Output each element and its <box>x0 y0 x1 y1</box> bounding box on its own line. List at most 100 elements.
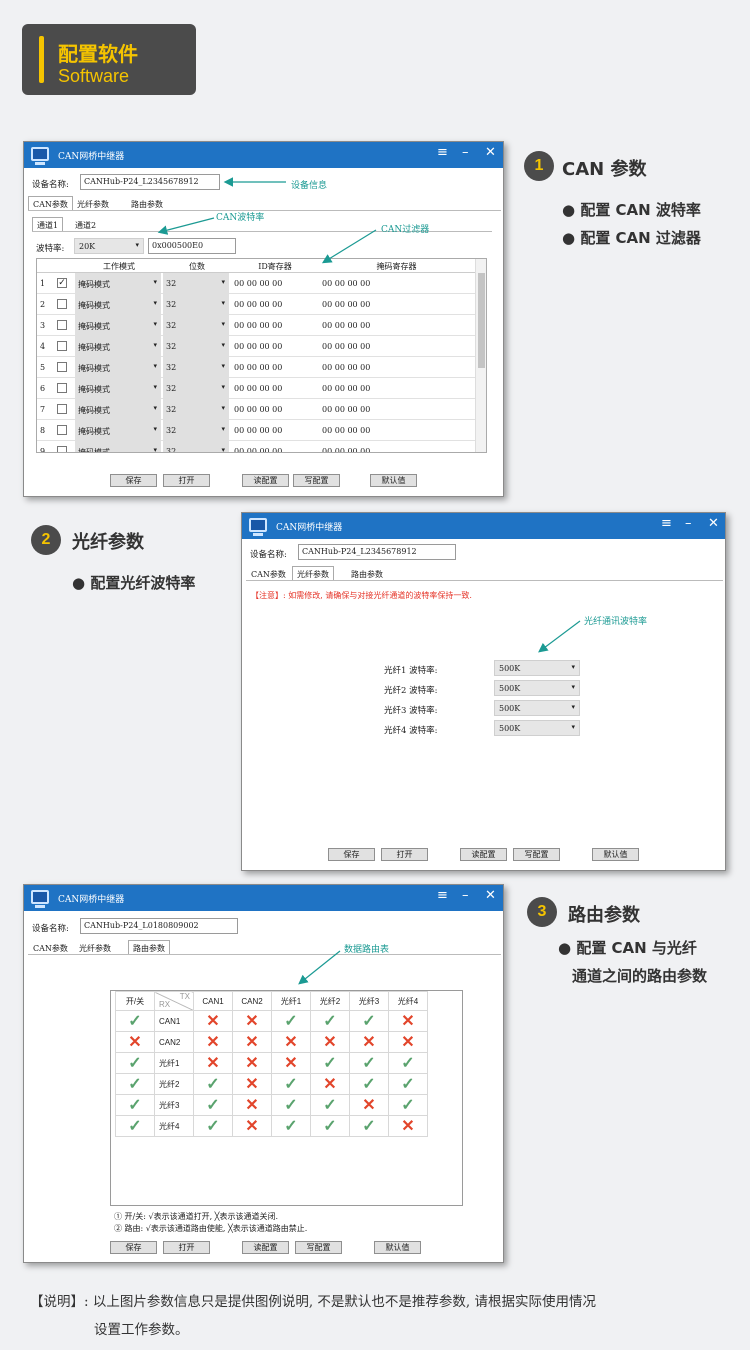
check-icon[interactable]: ✓ <box>284 1076 297 1093</box>
check-icon[interactable]: ✓ <box>362 1055 375 1072</box>
route-cell[interactable]: ✓ <box>310 1115 350 1137</box>
check-icon[interactable]: ✓ <box>206 1097 219 1114</box>
route-cell[interactable]: ✓ <box>310 1094 350 1116</box>
route-cell[interactable]: ✕ <box>388 1031 428 1053</box>
route-cell[interactable]: ✕ <box>271 1031 311 1053</box>
cross-icon[interactable]: ✕ <box>401 1118 414 1135</box>
onoff-cell[interactable]: ✕ <box>115 1031 155 1053</box>
route-cell[interactable]: ✕ <box>193 1052 233 1074</box>
route-cell[interactable]: ✕ <box>388 1115 428 1137</box>
check-icon[interactable]: ✓ <box>401 1055 414 1072</box>
route-cell[interactable]: ✕ <box>349 1031 389 1053</box>
route-cell[interactable]: ✕ <box>232 1052 272 1074</box>
route-cell[interactable]: ✓ <box>271 1115 311 1137</box>
route-cell[interactable]: ✕ <box>349 1094 389 1116</box>
onoff-cell[interactable]: ✓ <box>115 1052 155 1074</box>
check-icon[interactable]: ✓ <box>362 1118 375 1135</box>
route-cell[interactable]: ✓ <box>310 1010 350 1032</box>
read-config-button[interactable]: 读配置 <box>242 1241 289 1254</box>
route-cell[interactable]: ✓ <box>349 1073 389 1095</box>
onoff-cell[interactable]: ✓ <box>115 1010 155 1032</box>
check-icon[interactable]: ✓ <box>323 1097 336 1114</box>
cross-icon[interactable]: ✕ <box>245 1097 258 1114</box>
check-icon[interactable]: ✓ <box>284 1118 297 1135</box>
route-cell[interactable]: ✕ <box>310 1073 350 1095</box>
cross-icon[interactable]: ✕ <box>284 1034 297 1051</box>
route-cell[interactable]: ✓ <box>349 1115 389 1137</box>
check-icon[interactable]: ✓ <box>323 1013 336 1030</box>
cross-icon[interactable]: ✕ <box>323 1034 336 1051</box>
route-cell[interactable]: ✕ <box>193 1010 233 1032</box>
cross-icon[interactable]: ✕ <box>245 1013 258 1030</box>
route-cell[interactable]: ✓ <box>388 1094 428 1116</box>
check-icon[interactable]: ✓ <box>206 1076 219 1093</box>
onoff-cell[interactable]: ✓ <box>115 1094 155 1116</box>
route-cell[interactable]: ✕ <box>310 1031 350 1053</box>
cross-icon[interactable]: ✕ <box>245 1076 258 1093</box>
fiber-1-select[interactable]: 500K <box>494 660 580 676</box>
onoff-cell[interactable]: ✓ <box>115 1073 155 1095</box>
route-cell[interactable]: ✕ <box>232 1115 272 1137</box>
route-cell[interactable]: ✓ <box>193 1115 233 1137</box>
open-button[interactable]: 打开 <box>163 1241 210 1254</box>
check-icon[interactable]: ✓ <box>401 1076 414 1093</box>
fiber-2-label: 光纤2 波特率: <box>384 686 438 696</box>
route-cell[interactable]: ✓ <box>388 1073 428 1095</box>
check-icon[interactable]: ✓ <box>362 1076 375 1093</box>
default-button[interactable]: 默认值 <box>592 848 639 861</box>
check-icon[interactable]: ✓ <box>401 1097 414 1114</box>
route-cell[interactable]: ✕ <box>232 1031 272 1053</box>
route-cell[interactable]: ✕ <box>271 1052 311 1074</box>
save-button[interactable]: 保存 <box>110 1241 157 1254</box>
check-icon[interactable]: ✓ <box>128 1013 141 1030</box>
route-cell[interactable]: ✓ <box>271 1094 311 1116</box>
check-icon[interactable]: ✓ <box>128 1076 141 1093</box>
route-cell[interactable]: ✕ <box>193 1031 233 1053</box>
check-icon[interactable]: ✓ <box>128 1118 141 1135</box>
cross-icon[interactable]: ✕ <box>245 1055 258 1072</box>
check-icon[interactable]: ✓ <box>323 1055 336 1072</box>
check-icon[interactable]: ✓ <box>128 1097 141 1114</box>
fiber-3-select[interactable]: 500K <box>494 700 580 716</box>
route-cell[interactable]: ✓ <box>271 1010 311 1032</box>
check-icon[interactable]: ✓ <box>128 1055 141 1072</box>
annotation-arrow <box>538 620 581 653</box>
cross-icon[interactable]: ✕ <box>206 1034 219 1051</box>
write-config-button[interactable]: 写配置 <box>513 848 560 861</box>
cross-icon[interactable]: ✕ <box>323 1076 336 1093</box>
cross-icon[interactable]: ✕ <box>362 1034 375 1051</box>
check-icon[interactable]: ✓ <box>284 1013 297 1030</box>
route-cell[interactable]: ✕ <box>232 1010 272 1032</box>
fiber-2-select[interactable]: 500K <box>494 680 580 696</box>
route-cell[interactable]: ✕ <box>232 1073 272 1095</box>
fiber-4-select[interactable]: 500K <box>494 720 580 736</box>
onoff-cell[interactable]: ✓ <box>115 1115 155 1137</box>
cross-icon[interactable]: ✕ <box>206 1055 219 1072</box>
cross-icon[interactable]: ✕ <box>401 1013 414 1030</box>
cross-icon[interactable]: ✕ <box>245 1034 258 1051</box>
route-cell[interactable]: ✓ <box>388 1052 428 1074</box>
cross-icon[interactable]: ✕ <box>206 1013 219 1030</box>
cross-icon[interactable]: ✕ <box>401 1034 414 1051</box>
check-icon[interactable]: ✓ <box>323 1118 336 1135</box>
cross-icon[interactable]: ✕ <box>128 1034 141 1051</box>
route-cell[interactable]: ✓ <box>349 1010 389 1032</box>
route-cell[interactable]: ✓ <box>271 1073 311 1095</box>
save-button[interactable]: 保存 <box>328 848 375 861</box>
route-cell[interactable]: ✓ <box>310 1052 350 1074</box>
open-button[interactable]: 打开 <box>381 848 428 861</box>
route-cell[interactable]: ✕ <box>388 1010 428 1032</box>
default-button[interactable]: 默认值 <box>374 1241 421 1254</box>
check-icon[interactable]: ✓ <box>362 1013 375 1030</box>
route-cell[interactable]: ✕ <box>232 1094 272 1116</box>
read-config-button[interactable]: 读配置 <box>460 848 507 861</box>
check-icon[interactable]: ✓ <box>284 1097 297 1114</box>
route-cell[interactable]: ✓ <box>349 1052 389 1074</box>
cross-icon[interactable]: ✕ <box>245 1118 258 1135</box>
route-cell[interactable]: ✓ <box>193 1073 233 1095</box>
cross-icon[interactable]: ✕ <box>362 1097 375 1114</box>
cross-icon[interactable]: ✕ <box>284 1055 297 1072</box>
route-cell[interactable]: ✓ <box>193 1094 233 1116</box>
write-config-button[interactable]: 写配置 <box>295 1241 342 1254</box>
check-icon[interactable]: ✓ <box>206 1118 219 1135</box>
